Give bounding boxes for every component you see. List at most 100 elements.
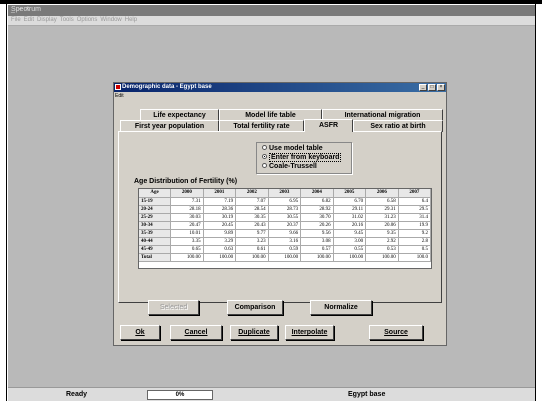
table-cell[interactable]: 20.43 [235, 221, 269, 230]
table-cell[interactable]: 6.70 [333, 197, 367, 206]
table-cell[interactable]: 6.4 [398, 197, 431, 206]
table-cell[interactable]: 3.16 [268, 237, 302, 246]
table-cell[interactable]: 100.00 [365, 253, 399, 262]
tab-asfr[interactable]: ASFR [304, 119, 353, 132]
table-cell[interactable]: 3.23 [235, 237, 269, 246]
minimize-icon[interactable]: _ [419, 84, 427, 91]
table-row: Total 100.00 100.00 100.00 100.00 100.00 100.0… [139, 253, 431, 262]
table-cell[interactable]: 30.35 [235, 213, 269, 222]
app-window-controls[interactable]: _ ▫ × [11, 6, 533, 13]
table-cell[interactable]: 9.45 [333, 229, 367, 238]
table-cell[interactable]: 3.08 [300, 237, 334, 246]
table-cell[interactable]: 30.03 [170, 213, 204, 222]
table-cell[interactable]: 28.18 [170, 205, 204, 214]
table-cell[interactable]: 0.63 [203, 245, 237, 254]
radio-use-model-table[interactable]: Use model table [262, 144, 323, 152]
table-cell[interactable]: 0.55 [333, 245, 367, 254]
radio-enter-from-keyboard[interactable]: Enter from keyboard [262, 153, 342, 162]
table-cell[interactable]: 3.29 [203, 237, 237, 246]
right-border [535, 4, 542, 401]
table-cell[interactable]: 9.66 [268, 229, 302, 238]
selected-button[interactable]: Selected [148, 300, 199, 315]
table-cell[interactable]: 9.2 [398, 229, 431, 238]
table-cell[interactable]: 9.35 [365, 229, 399, 238]
table-cell[interactable]: 28.54 [235, 205, 269, 214]
fertility-grid[interactable]: Age 2000 2001 2002 2003 2004 2005 2006 2007 15-19… [138, 188, 432, 269]
table-cell[interactable]: 7.31 [170, 197, 204, 206]
table-cell[interactable]: 20.47 [170, 221, 204, 230]
table-cell[interactable]: 28.73 [268, 205, 302, 214]
table-cell[interactable]: 29.11 [333, 205, 367, 214]
table-row: 35-39 10.01 9.89 9.77 9.66 9.56 9.45 9.35 9.2 [139, 229, 431, 238]
table-cell[interactable]: 31.23 [365, 213, 399, 222]
table-cell[interactable]: 20.37 [268, 221, 302, 230]
table-cell[interactable]: 0.59 [268, 245, 302, 254]
menu-window[interactable]: Window [100, 17, 121, 23]
ok-button[interactable]: Ok [120, 325, 160, 340]
table-cell[interactable]: 20.06 [365, 221, 399, 230]
table-cell[interactable]: 20.16 [333, 221, 367, 230]
table-cell[interactable]: 100.00 [235, 253, 269, 262]
table-cell[interactable]: 6.95 [268, 197, 302, 206]
table-cell[interactable]: 19.9 [398, 221, 431, 230]
close-icon[interactable]: × [437, 84, 445, 91]
table-cell[interactable]: 6.58 [365, 197, 399, 206]
menu-display[interactable]: Display [37, 17, 57, 23]
radio-coale-trussell[interactable]: Coale-Trussell [262, 162, 317, 170]
table-cell[interactable]: 10.01 [170, 229, 204, 238]
menu-options[interactable]: Options [77, 17, 98, 23]
duplicate-button[interactable]: Duplicate [230, 325, 278, 340]
app-title-bar[interactable]: Spectrum _ ▫ × [8, 5, 535, 16]
table-cell[interactable]: 0.57 [300, 245, 334, 254]
comparison-button[interactable]: Comparison [227, 300, 283, 315]
table-cell[interactable]: 7.07 [235, 197, 269, 206]
table-cell[interactable]: 100.00 [300, 253, 334, 262]
table-cell[interactable]: 30.55 [268, 213, 302, 222]
table-cell[interactable]: 2.8 [398, 237, 431, 246]
maximize-icon[interactable]: □ [428, 84, 436, 91]
table-cell[interactable]: 2.92 [365, 237, 399, 246]
table-cell[interactable]: 31.4 [398, 213, 431, 222]
table-cell[interactable]: 100.0 [398, 253, 431, 262]
row-header: Total [139, 253, 172, 262]
table-cell[interactable]: 9.77 [235, 229, 269, 238]
menu-tools[interactable]: Tools [60, 17, 74, 23]
table-cell[interactable]: 0.5 [398, 245, 431, 254]
interpolate-button[interactable]: Interpolate [285, 325, 334, 340]
radio-label: Use model table [269, 145, 323, 152]
left-border [0, 4, 7, 401]
table-cell[interactable]: 28.92 [300, 205, 334, 214]
table-cell[interactable]: 100.00 [268, 253, 302, 262]
cancel-button[interactable]: Cancel [170, 325, 222, 340]
table-cell[interactable]: 6.82 [300, 197, 334, 206]
table-cell[interactable]: 0.61 [235, 245, 269, 254]
table-cell[interactable]: 29.31 [365, 205, 399, 214]
table-cell[interactable]: 20.26 [300, 221, 334, 230]
table-cell[interactable]: 100.00 [170, 253, 204, 262]
dialog-title-bar[interactable]: Demographic data - Egypt base _ □ × [114, 83, 446, 92]
table-cell[interactable]: 100.00 [203, 253, 237, 262]
table-cell[interactable]: 9.56 [300, 229, 334, 238]
column-header: 2005 [333, 189, 367, 198]
table-cell[interactable]: 7.19 [203, 197, 237, 206]
normalize-button[interactable]: Normalize [310, 300, 372, 315]
table-cell[interactable]: 9.89 [203, 229, 237, 238]
menu-file[interactable]: File [11, 17, 21, 23]
column-header: 2003 [268, 189, 302, 198]
menu-edit[interactable]: Edit [24, 17, 34, 23]
table-cell[interactable]: 100.00 [333, 253, 367, 262]
source-button[interactable]: Source [369, 325, 423, 340]
table-cell[interactable]: 0.53 [365, 245, 399, 254]
table-cell[interactable]: 28.36 [203, 205, 237, 214]
dialog-menu-edit[interactable]: Edit [115, 93, 124, 99]
table-cell[interactable]: 30.70 [300, 213, 334, 222]
menu-help[interactable]: Help [125, 17, 137, 23]
table-cell[interactable]: 3.35 [170, 237, 204, 246]
table-cell[interactable]: 30.19 [203, 213, 237, 222]
table-cell[interactable]: 31.02 [333, 213, 367, 222]
table-cell[interactable]: 20.45 [203, 221, 237, 230]
table-cell[interactable]: 3.00 [333, 237, 367, 246]
table-cell[interactable]: 29.5 [398, 205, 431, 214]
table-cell[interactable]: 0.65 [170, 245, 204, 254]
fertility-table-body: Age 2000 2001 2002 2003 2004 2005 2006 2007 15-19… [139, 189, 431, 262]
